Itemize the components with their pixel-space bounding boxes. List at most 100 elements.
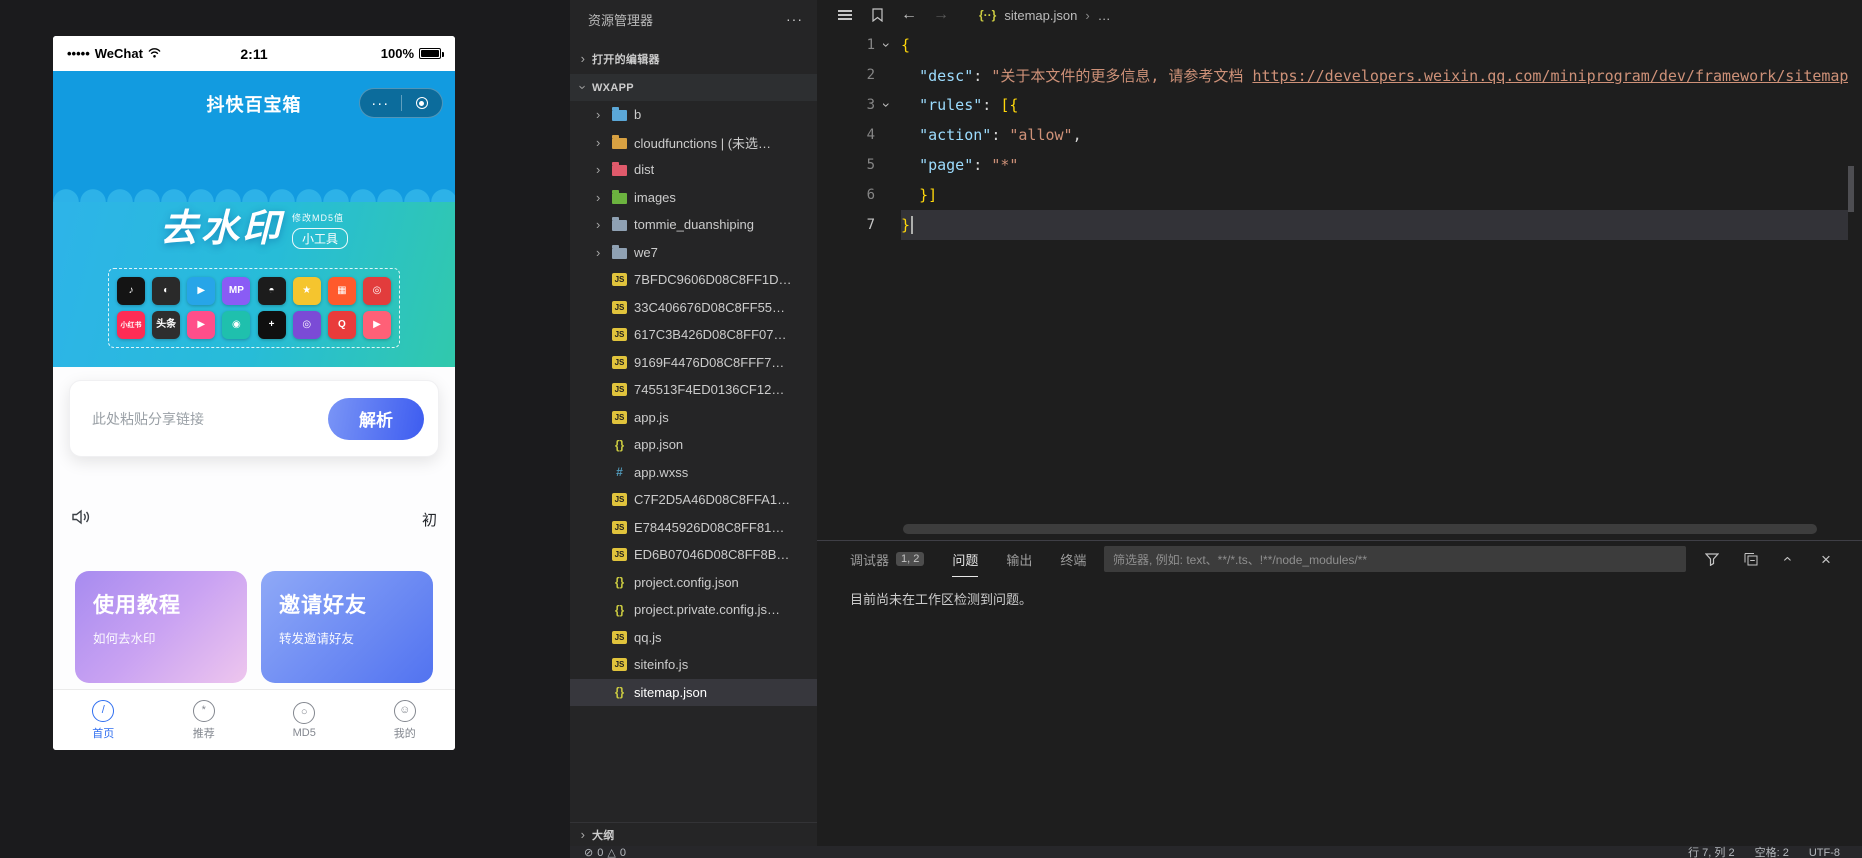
code-line-1[interactable]: 1›{ — [817, 30, 1848, 60]
code-line-7[interactable]: 7} — [817, 210, 1848, 240]
file-item-sitemap.json[interactable]: {}sitemap.json — [570, 679, 817, 707]
file-item-tommie_duanshiping[interactable]: ›tommie_duanshiping — [570, 211, 817, 239]
tabbar-item-md5[interactable]: ○MD5 — [254, 690, 355, 750]
fold-chevron-icon[interactable]: › — [879, 33, 895, 57]
file-item-qq.js[interactable]: JSqq.js — [570, 624, 817, 652]
breadcrumb-file[interactable]: sitemap.json — [1004, 8, 1077, 23]
close-panel-icon[interactable]: × — [1818, 551, 1834, 567]
explorer-sidebar: 资源管理器 ··· › 打开的编辑器 › WXAPP ›b›cloudfunct… — [570, 0, 817, 858]
cursor-position[interactable]: 行 7, 列 2 — [1688, 846, 1734, 858]
js-file-icon: JS — [612, 301, 627, 314]
file-item-app.wxss[interactable]: #app.wxss — [570, 459, 817, 487]
file-item-7BFDC9606D08C8FF1D-[interactable]: JS7BFDC9606D08C8FF1D… — [570, 266, 817, 294]
tabbar-item-recommend[interactable]: *推荐 — [154, 690, 255, 750]
problems-counter[interactable]: ⊘0 △0 — [584, 846, 626, 858]
maximize-panel-icon[interactable]: › — [1780, 551, 1796, 567]
platform-app-icon[interactable]: ◉ — [222, 311, 250, 339]
platform-app-icon[interactable]: ▦ — [328, 277, 356, 305]
announcement-bar: 初 — [71, 505, 437, 533]
file-item-images[interactable]: ›images — [570, 184, 817, 212]
menu-icon[interactable] — [837, 7, 853, 23]
platform-app-icon[interactable]: ◐ — [152, 277, 180, 305]
file-name: project.config.json — [634, 575, 739, 590]
platform-app-icon[interactable]: + — [258, 311, 286, 339]
file-item-ED6B07046D08C8FF8B-[interactable]: JS ED6B07046D08C8FF8B… — [570, 541, 817, 569]
platform-app-icon[interactable]: ◎ — [363, 277, 391, 305]
folder-icon — [612, 220, 627, 231]
panel-tab-problems[interactable]: 问题 — [952, 541, 978, 577]
file-name: dist — [634, 162, 654, 177]
code-line-3[interactable]: 3› "rules": [{ — [817, 90, 1848, 120]
js-file-icon: JS — [612, 548, 627, 561]
platform-app-icon[interactable]: ◓ — [258, 277, 286, 305]
file-item-dist[interactable]: ›dist — [570, 156, 817, 184]
invite-button[interactable]: 邀请好友 转发邀请好友 — [261, 571, 433, 683]
file-name: ED6B07046D08C8FF8B… — [634, 547, 789, 562]
platform-app-icon[interactable]: ▶ — [187, 277, 215, 305]
platform-app-icon[interactable]: MP — [222, 277, 250, 305]
file-item-cloudfunctions-[interactable]: ›cloudfunctions | (未选… — [570, 129, 817, 157]
file-item-E78445926D08C8FF81-[interactable]: JSE78445926D08C8FF81… — [570, 514, 817, 542]
parse-button[interactable]: 解析 — [328, 398, 424, 440]
code-line-5[interactable]: 5 "page": "*" — [817, 150, 1848, 180]
file-item-745513F4ED0136CF12-[interactable]: JS745513F4ED0136CF12… — [570, 376, 817, 404]
file-item-617C3B426D08C8FF07-[interactable]: JS617C3B426D08C8FF07… — [570, 321, 817, 349]
open-editors-label: 打开的编辑器 — [592, 51, 660, 67]
tabbar-item-home[interactable]: /首页 — [53, 690, 154, 750]
file-name: images — [634, 190, 676, 205]
explorer-more-icon[interactable]: ··· — [786, 11, 803, 27]
file-item-project.private.config.js-[interactable]: {}project.private.config.js… — [570, 596, 817, 624]
collapse-all-icon[interactable] — [1742, 551, 1758, 567]
code-text: { — [901, 36, 910, 54]
back-arrow-icon[interactable]: ← — [901, 7, 917, 23]
file-item-project.config.json[interactable]: {}project.config.json — [570, 569, 817, 597]
more-dots-icon[interactable]: ··· — [360, 95, 401, 112]
open-editors-section[interactable]: › 打开的编辑器 — [570, 46, 817, 71]
file-item-siteinfo.js[interactable]: JSsiteinfo.js — [570, 651, 817, 679]
tutorial-title: 使用教程 — [93, 589, 247, 619]
fold-chevron-icon[interactable]: › — [879, 93, 895, 117]
feature-buttons: 使用教程 如何去水印 邀请好友 转发邀请好友 — [75, 571, 433, 683]
breadcrumb-more[interactable]: … — [1098, 8, 1111, 23]
tutorial-button[interactable]: 使用教程 如何去水印 — [75, 571, 247, 683]
code-line-2[interactable]: 2 "desc": "关于本文件的更多信息, 请参考文档 https://dev… — [817, 60, 1848, 90]
file-item-9169F4476D08C8FFF7-[interactable]: JS9169F4476D08C8FFF7… — [570, 349, 817, 377]
platform-app-icon[interactable]: ◎ — [293, 311, 321, 339]
code-line-4[interactable]: 4 "action": "allow", — [817, 120, 1848, 150]
logo-badge: 小工具 — [292, 228, 348, 249]
encoding-setting[interactable]: UTF-8 — [1809, 846, 1840, 858]
file-item-we7[interactable]: ›we7 — [570, 239, 817, 267]
panel-tab-output[interactable]: 输出 — [1006, 541, 1032, 577]
file-item-app.json[interactable]: {}app.json — [570, 431, 817, 459]
folder-icon — [612, 138, 627, 149]
file-item-33C406676D08C8FF55-[interactable]: JS33C406676D08C8FF55… — [570, 294, 817, 322]
bookmark-icon[interactable] — [869, 7, 885, 23]
platform-app-icon[interactable]: 头条 — [152, 311, 180, 339]
code-text: "page": "*" — [901, 156, 1018, 174]
forward-arrow-icon[interactable]: → — [933, 7, 949, 23]
indentation-setting[interactable]: 空格: 2 — [1755, 846, 1789, 858]
platform-app-icon[interactable]: ★ — [293, 277, 321, 305]
outline-section[interactable]: › 大纲 — [570, 822, 817, 846]
js-file-icon: JS — [612, 631, 627, 644]
platform-app-icon[interactable]: Q — [328, 311, 356, 339]
panel-tab-terminal[interactable]: 终端 — [1060, 541, 1086, 577]
problems-filter-input[interactable]: 筛选器, 例如: text、**/*.ts、!**/node_modules/*… — [1104, 546, 1686, 572]
tabbar-item-mine[interactable]: ☺我的 — [355, 690, 456, 750]
code-line-6[interactable]: 6 }] — [817, 180, 1848, 210]
file-item-C7F2D5A46D08C8FFA1-[interactable]: JSC7F2D5A46D08C8FFA1… — [570, 486, 817, 514]
scrollbar-thumb[interactable] — [903, 524, 1817, 534]
capsule-menu[interactable]: ··· — [359, 88, 443, 118]
file-item-app.js[interactable]: JSapp.js — [570, 404, 817, 432]
platform-app-icon[interactable]: ▶ — [187, 311, 215, 339]
project-section-header[interactable]: › WXAPP — [570, 74, 817, 101]
link-input[interactable]: 此处粘贴分享链接 — [92, 409, 204, 429]
folder-icon — [612, 193, 627, 204]
platform-app-icon[interactable]: 小红书 — [117, 311, 145, 339]
panel-tab-debugger[interactable]: 调试器1, 2 — [850, 541, 924, 577]
horizontal-scrollbar[interactable] — [903, 524, 1817, 534]
filter-funnel-icon[interactable] — [1704, 551, 1720, 567]
platform-app-icon[interactable]: ♪ — [117, 277, 145, 305]
file-item-b[interactable]: ›b — [570, 101, 817, 129]
platform-app-icon[interactable]: ▶ — [363, 311, 391, 339]
